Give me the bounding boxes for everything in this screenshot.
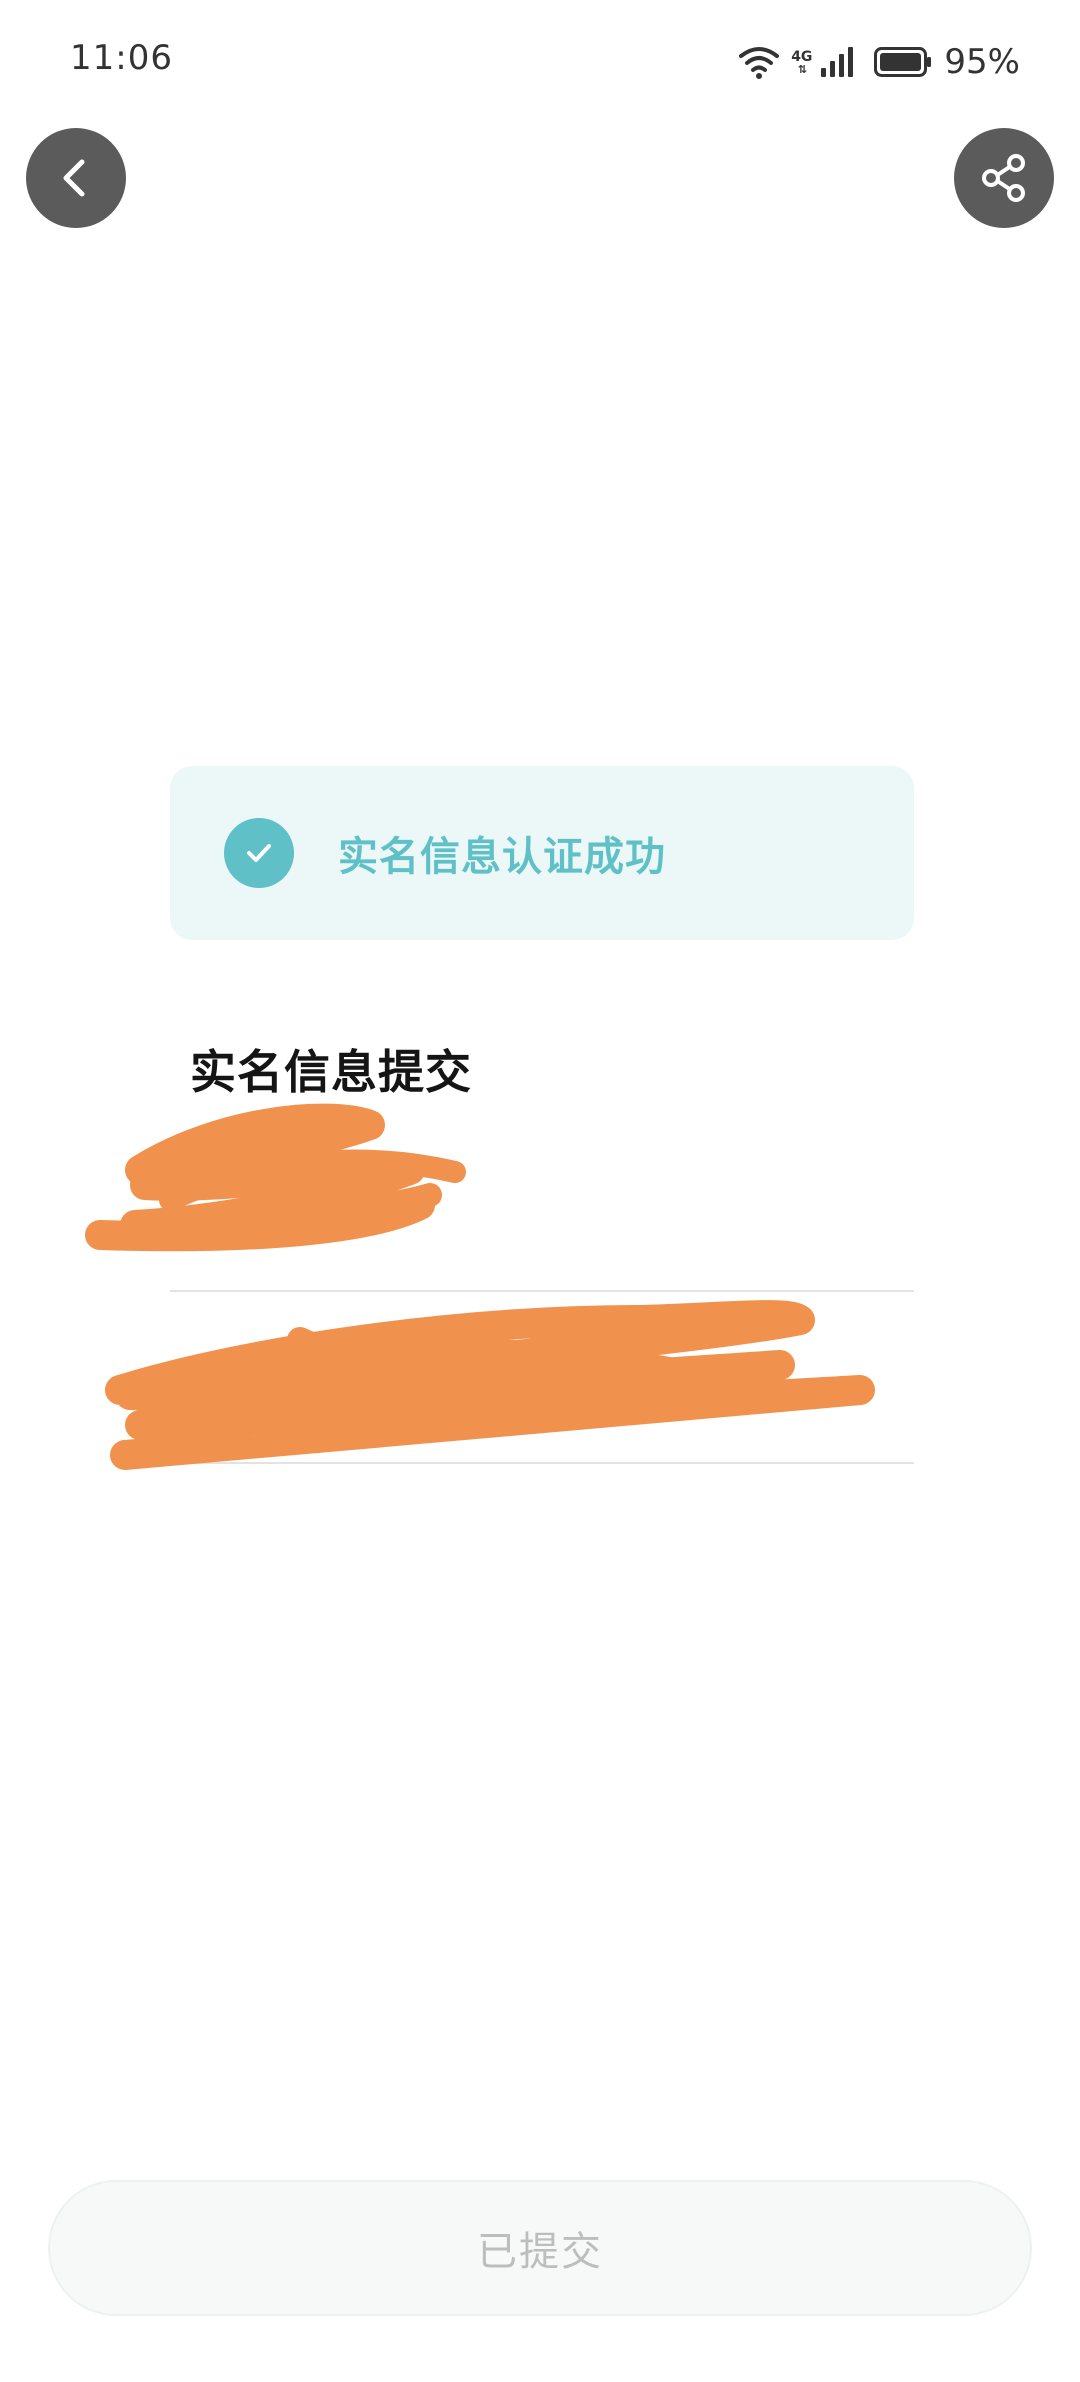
status-time: 11:06 bbox=[70, 38, 173, 78]
share-icon bbox=[982, 154, 1025, 202]
back-button[interactable] bbox=[26, 128, 126, 228]
success-message: 实名信息认证成功 bbox=[338, 834, 666, 880]
field-divider-2 bbox=[170, 1462, 914, 1464]
share-button[interactable] bbox=[954, 128, 1054, 228]
submitted-button[interactable]: 已提交 bbox=[48, 2180, 1032, 2316]
check-icon bbox=[247, 844, 271, 862]
wifi-icon bbox=[739, 47, 780, 79]
battery-icon bbox=[874, 47, 932, 77]
status-bar: 11:06 4G ⇅ 95% bbox=[0, 0, 1080, 120]
section-title: 实名信息提交 bbox=[190, 1045, 472, 1099]
signal-icon bbox=[821, 47, 854, 77]
field-divider-1 bbox=[170, 1290, 914, 1292]
info-field-1 bbox=[170, 1140, 914, 1290]
network-type: 4G ⇅ bbox=[791, 50, 812, 75]
info-field-2 bbox=[170, 1300, 914, 1460]
network-type-label: 4G bbox=[791, 48, 813, 65]
battery-percent: 95% bbox=[944, 42, 1020, 82]
status-icons: 4G ⇅ 95% bbox=[737, 40, 1020, 84]
chevron-left-icon bbox=[63, 159, 85, 197]
verification-success-banner: 实名信息认证成功 bbox=[170, 766, 914, 940]
success-check-badge bbox=[224, 818, 294, 888]
data-arrows-icon: ⇅ bbox=[797, 62, 807, 76]
